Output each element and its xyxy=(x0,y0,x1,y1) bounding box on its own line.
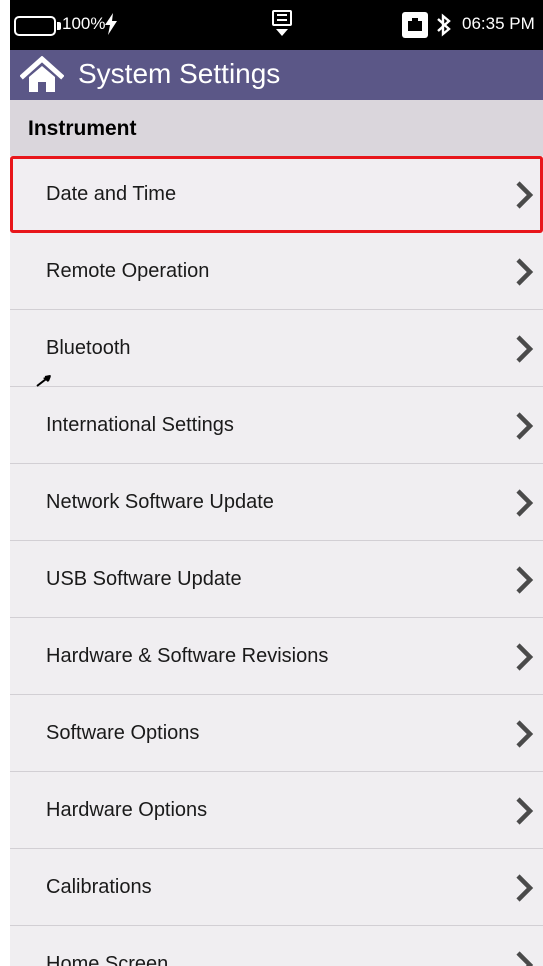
section-title: Instrument xyxy=(28,117,137,140)
chevron-right-icon xyxy=(516,566,534,594)
list-item-usb-software-update[interactable]: USB Software Update xyxy=(10,541,543,618)
lan-icon xyxy=(402,12,428,38)
list-item-hardware-software-revisions[interactable]: Hardware & Software Revisions xyxy=(10,618,543,695)
item-label: Hardware & Software Revisions xyxy=(46,645,329,667)
item-label: Calibrations xyxy=(46,876,152,898)
chevron-right-icon xyxy=(516,258,534,286)
chevron-right-icon xyxy=(516,181,534,209)
list-item-network-software-update[interactable]: Network Software Update xyxy=(10,464,543,541)
mouse-cursor-icon xyxy=(36,375,51,387)
list-item-remote-operation[interactable]: Remote Operation xyxy=(10,233,543,310)
page-title: System Settings xyxy=(78,58,281,89)
item-label: Remote Operation xyxy=(46,260,210,282)
item-label: Home Screen xyxy=(46,953,169,966)
system-settings-screen: 100% 06:35 PM System Settings Instrument… xyxy=(10,0,543,966)
clock: 06:35 PM xyxy=(462,14,535,33)
list-item-international-settings[interactable]: International Settings xyxy=(10,387,543,464)
item-label: USB Software Update xyxy=(46,568,242,590)
item-label: Software Options xyxy=(46,722,200,744)
item-label: Hardware Options xyxy=(46,799,208,821)
item-label: Date and Time xyxy=(46,183,177,205)
chevron-right-icon xyxy=(516,874,534,902)
chevron-right-icon xyxy=(516,489,534,517)
item-label: Bluetooth xyxy=(46,337,131,359)
status-bar: 100% 06:35 PM xyxy=(10,0,543,50)
list-item-calibrations[interactable]: Calibrations xyxy=(10,849,543,926)
home-icon xyxy=(19,55,65,92)
charging-bolt-icon xyxy=(105,13,117,35)
bluetooth-icon xyxy=(437,13,451,37)
list-item-software-options[interactable]: Software Options xyxy=(10,695,543,772)
chevron-right-icon xyxy=(516,720,534,748)
list-item-bluetooth[interactable]: Bluetooth xyxy=(10,310,543,387)
home-button[interactable] xyxy=(19,55,65,94)
list-item-hardware-options[interactable]: Hardware Options xyxy=(10,772,543,849)
title-bar: System Settings xyxy=(10,50,543,100)
item-label: Network Software Update xyxy=(46,491,274,513)
list-item-date-and-time[interactable]: Date and Time xyxy=(10,156,543,233)
usb-icon xyxy=(272,10,292,36)
settings-list: Date and Time Remote Operation Bluetooth… xyxy=(10,156,543,966)
chevron-right-icon xyxy=(516,412,534,440)
chevron-right-icon xyxy=(516,643,534,671)
battery-percent: 100% xyxy=(62,14,106,33)
item-label: International Settings xyxy=(46,414,234,436)
list-item-home-screen[interactable]: Home Screen xyxy=(10,926,543,966)
battery-icon xyxy=(14,16,61,36)
chevron-right-icon xyxy=(516,951,534,966)
chevron-right-icon xyxy=(516,797,534,825)
section-header: Instrument xyxy=(10,100,543,156)
chevron-right-icon xyxy=(516,335,534,363)
